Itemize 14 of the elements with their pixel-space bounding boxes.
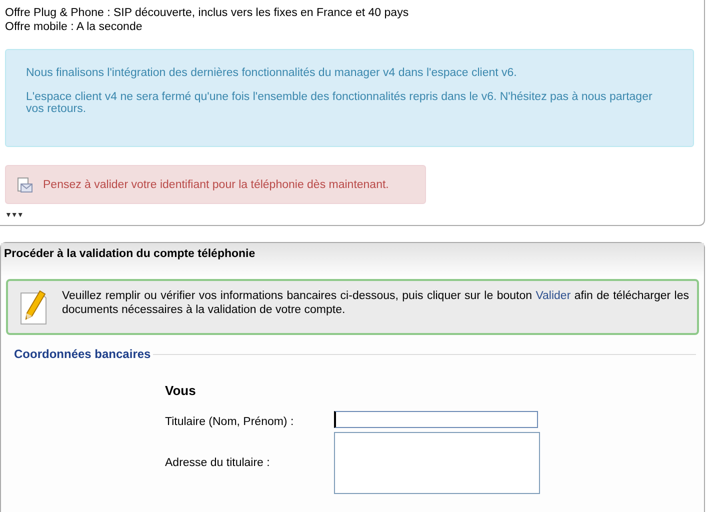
valider-link[interactable]: Valider (536, 290, 571, 302)
notice-text: Veuillez remplir ou vérifier vos informations bancaires ci-dessous, puis cliquer sur le bouton Valider afin de télécharger les documents nécessaires à la validation de votre compte. (62, 289, 689, 317)
field-label: Titulaire (Nom, Prénom) : (165, 416, 295, 428)
envelope-document-icon (16, 176, 33, 192)
offer-text: Offre Plug & Phone : SIP découverte, inclus vers les fixes en France et 40 pays (5, 6, 410, 20)
address-field[interactable] (334, 432, 540, 494)
alert-text: Pensez à valider votre identifiant pour la téléphonie dès maintenant. (43, 178, 389, 190)
info-text: Nous finalisons l'intégration des dernières fonctionnalités du manager v4 dans l'espace client v6. (26, 67, 518, 79)
info-text: L'espace client v4 ne sera fermé qu'une fois l'ensemble des fonctionnalités repris dans le v6. N'hésitez pas à nous partager vos retours. (26, 91, 654, 115)
offer-text: Offre mobile : A la seconde (5, 20, 144, 34)
section-title: Coordonnées bancaires (13, 347, 152, 361)
name-field[interactable] (334, 411, 538, 428)
field-label: Adresse du titulaire : (165, 457, 271, 469)
form-subheading: Vous (165, 383, 197, 398)
